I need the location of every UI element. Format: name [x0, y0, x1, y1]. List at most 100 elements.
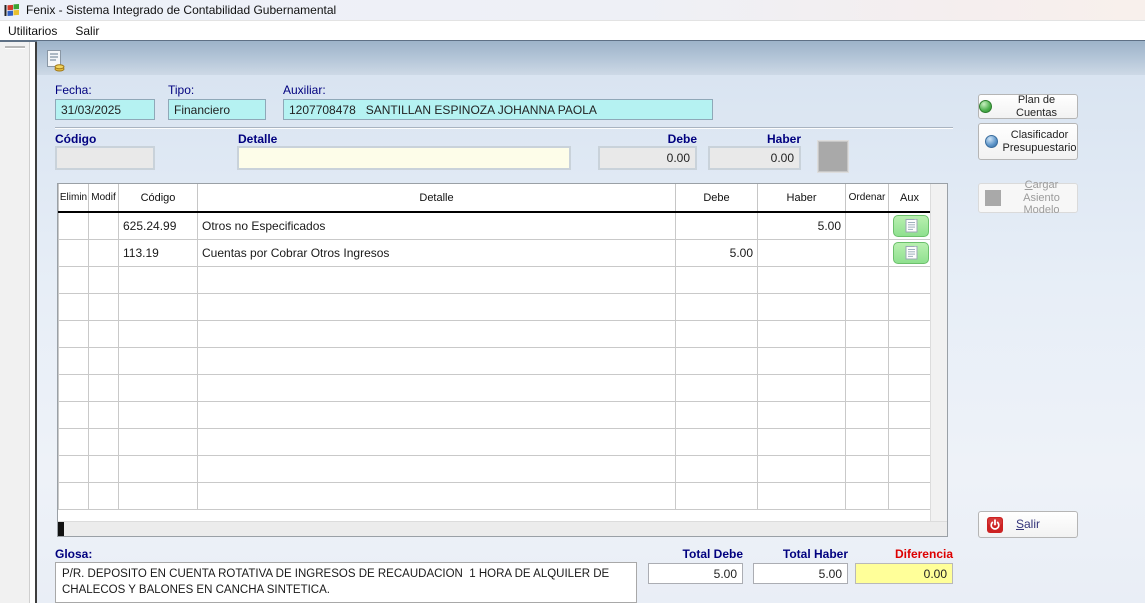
cell-ordenar: [846, 401, 889, 428]
grid-empty-row[interactable]: [59, 482, 931, 509]
total-debe-field: 5.00: [648, 563, 743, 584]
cell-detalle: Cuentas por Cobrar Otros Ingresos: [198, 239, 676, 266]
salir-button[interactable]: Salir: [978, 511, 1078, 538]
menu-salir[interactable]: Salir: [75, 24, 99, 38]
cell-modif: [89, 347, 119, 374]
header-haber[interactable]: Haber: [758, 184, 846, 212]
cell-haber: [758, 239, 846, 266]
aux-button[interactable]: [893, 242, 929, 264]
tipo-label: Tipo:: [168, 83, 194, 97]
cell-haber: [758, 401, 846, 428]
detalle-entry[interactable]: [237, 146, 571, 170]
haber-label: Haber: [708, 132, 801, 146]
cell-ordenar: [846, 482, 889, 509]
cell-detalle: [198, 347, 676, 374]
cell-debe: [676, 374, 758, 401]
panel-grip-handle[interactable]: [5, 46, 25, 48]
cell-aux: [889, 374, 931, 401]
header-modif[interactable]: Modif: [89, 184, 119, 212]
grid-vertical-scrollbar[interactable]: [930, 184, 947, 521]
diferencia-field: 0.00: [855, 563, 953, 584]
cell-detalle: [198, 320, 676, 347]
cell-aux: [889, 428, 931, 455]
cell-debe: [676, 212, 758, 239]
aux-button[interactable]: [893, 215, 929, 237]
entry-action-button[interactable]: [818, 141, 848, 172]
header-aux[interactable]: Aux: [889, 184, 931, 212]
fecha-field[interactable]: 31/03/2025: [55, 99, 155, 120]
cell-modif: [89, 428, 119, 455]
cell-haber: [758, 482, 846, 509]
cell-aux: [889, 239, 931, 266]
cell-modif: [89, 374, 119, 401]
cell-modif: [89, 320, 119, 347]
section-separator: [55, 127, 953, 129]
cell-ordenar: [846, 320, 889, 347]
cell-detalle: [198, 374, 676, 401]
horizontal-scroll-thumb[interactable]: [58, 522, 64, 536]
glosa-textarea[interactable]: P/R. DEPOSITO EN CUENTA ROTATIVA DE INGR…: [55, 562, 637, 603]
cell-debe: [676, 347, 758, 374]
grid-empty-row[interactable]: [59, 293, 931, 320]
cell-detalle: [198, 293, 676, 320]
auxiliar-field[interactable]: 1207708478 SANTILLAN ESPINOZA JOHANNA PA…: [283, 99, 713, 120]
grid-empty-row[interactable]: [59, 428, 931, 455]
grid-row[interactable]: 625.24.99Otros no Especificados5.00: [59, 212, 931, 239]
total-debe-label: Total Debe: [648, 547, 743, 561]
grid-empty-row[interactable]: [59, 455, 931, 482]
cell-codigo: [119, 482, 198, 509]
notepad-icon: [905, 218, 918, 233]
asiento-grid: Elimin Modif Código Detalle Debe Haber O…: [57, 183, 948, 537]
cell-aux: [889, 266, 931, 293]
cell-haber: [758, 428, 846, 455]
grid-empty-row[interactable]: [59, 347, 931, 374]
plan-de-cuentas-button[interactable]: Plan de Cuentas: [978, 94, 1078, 119]
grid-empty-row[interactable]: [59, 374, 931, 401]
green-sphere-icon: [979, 100, 992, 113]
grid-row[interactable]: 113.19Cuentas por Cobrar Otros Ingresos5…: [59, 239, 931, 266]
auxiliar-label: Auxiliar:: [283, 83, 326, 97]
grid-empty-row[interactable]: [59, 401, 931, 428]
debe-entry: 0.00: [598, 146, 697, 170]
cell-codigo: [119, 401, 198, 428]
tipo-field[interactable]: Financiero: [168, 99, 266, 120]
cell-detalle: Otros no Especificados: [198, 212, 676, 239]
salir-label: Salir: [1016, 518, 1040, 532]
header-debe[interactable]: Debe: [676, 184, 758, 212]
cell-elimin: [59, 482, 89, 509]
total-haber-field: 5.00: [753, 563, 848, 584]
grid-horizontal-scrollbar[interactable]: [58, 521, 947, 536]
cell-modif: [89, 266, 119, 293]
cell-modif: [89, 455, 119, 482]
header-detalle[interactable]: Detalle: [198, 184, 676, 212]
voucher-document-coins-icon[interactable]: [45, 49, 66, 72]
toolbar: [37, 41, 1145, 75]
cell-ordenar: [846, 212, 889, 239]
gray-square-icon: [985, 190, 1001, 206]
plan-de-cuentas-label: Plan de Cuentas: [996, 94, 1077, 119]
cell-codigo: [119, 455, 198, 482]
cell-modif: [89, 482, 119, 509]
header-codigo[interactable]: Código: [119, 184, 198, 212]
grid-empty-row[interactable]: [59, 320, 931, 347]
debe-label: Debe: [598, 132, 697, 146]
cell-elimin: [59, 374, 89, 401]
header-elimin[interactable]: Elimin: [59, 184, 89, 212]
cell-aux: [889, 320, 931, 347]
cell-detalle: [198, 428, 676, 455]
clasificador-presupuestario-button[interactable]: Clasificador Presupuestario: [978, 123, 1078, 160]
cell-ordenar: [846, 239, 889, 266]
cell-debe: [676, 482, 758, 509]
cell-haber: [758, 374, 846, 401]
cell-detalle: [198, 266, 676, 293]
cell-haber: [758, 347, 846, 374]
power-icon: [987, 517, 1003, 533]
menu-utilitarios[interactable]: Utilitarios: [8, 24, 57, 38]
grid-empty-row[interactable]: [59, 266, 931, 293]
left-panel-strip: [0, 42, 30, 603]
header-ordenar[interactable]: Ordenar: [846, 184, 889, 212]
cell-codigo: [119, 320, 198, 347]
cell-codigo: 113.19: [119, 239, 198, 266]
cell-detalle: [198, 455, 676, 482]
cell-debe: [676, 293, 758, 320]
